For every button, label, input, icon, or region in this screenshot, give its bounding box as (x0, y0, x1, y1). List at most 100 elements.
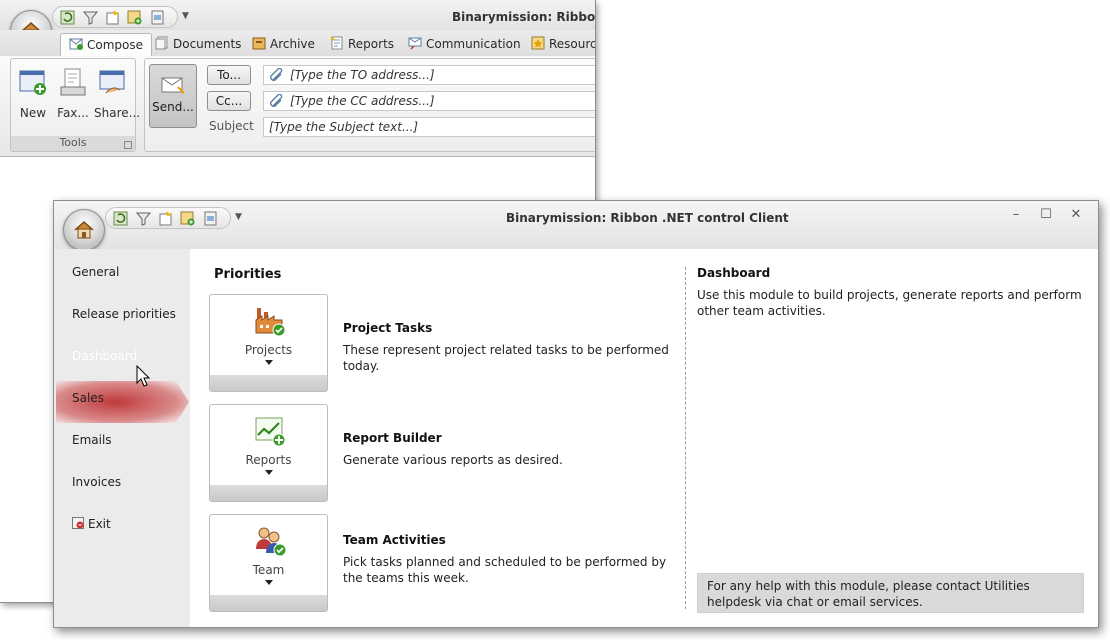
tab-label: Compose (87, 38, 144, 52)
maximize-button[interactable]: ☐ (1036, 207, 1056, 223)
share-button[interactable]: Share... (94, 67, 140, 120)
new-window-icon (19, 70, 46, 95)
minimize-button[interactable]: – (1006, 207, 1026, 223)
subject-placeholder: [Type the Subject text...] (269, 120, 419, 134)
front-window: ▼ Binarymission: Ribbon .NET control Cli… (53, 200, 1099, 628)
print-preview-icon[interactable] (203, 211, 218, 226)
tools-group-label: Tools (11, 136, 135, 151)
send-button[interactable]: Send... (149, 64, 197, 128)
nav-item-exit-label: Exit (88, 517, 111, 531)
print-preview-icon[interactable] (150, 10, 165, 25)
team-icon (256, 527, 286, 557)
priorities-heading: Priorities (214, 267, 282, 282)
fax-icon (60, 68, 86, 96)
tab-label: Communication (426, 37, 521, 51)
compose-icon (69, 38, 83, 50)
cc-button[interactable]: Cc... (207, 91, 251, 111)
qat-customize-icon[interactable]: ▼ (235, 212, 242, 222)
reports-icon (330, 36, 343, 50)
subject-label: Subject (209, 119, 254, 133)
nav-item-release-priorities[interactable]: Release priorities (72, 307, 176, 321)
new-item-icon[interactable] (158, 211, 173, 226)
reports-button[interactable]: Reports (209, 404, 328, 502)
tools-group: New Fax... Share... Tools (10, 58, 140, 152)
resources-icon (531, 36, 545, 50)
nav-item-invoices[interactable]: Invoices (72, 475, 121, 489)
communication-icon (408, 37, 422, 50)
compose-group: Send... To... Cc... [Type the TO address… (144, 58, 595, 152)
detail-description: Use this module to build projects, gener… (697, 288, 1082, 318)
nav-item-sales[interactable]: Sales (72, 391, 104, 405)
content-area: Priorities Projects Project Tasks These … (190, 249, 1098, 627)
backstage-nav: General Release priorities Dashboard Sal… (54, 249, 190, 627)
front-title-bar: ▼ Binarymission: Ribbon .NET control Cli… (54, 201, 1098, 249)
documents-icon (155, 36, 168, 50)
tab-reports[interactable]: Reports (330, 33, 394, 56)
archive-icon (252, 37, 266, 50)
paperclip-icon (270, 94, 283, 107)
to-button[interactable]: To... (207, 65, 251, 85)
team-button-label: Team (252, 563, 285, 577)
projects-button-label: Projects (244, 343, 293, 357)
refresh-icon[interactable] (113, 211, 128, 226)
dropdown-arrow-icon (265, 360, 273, 365)
quick-access-toolbar (105, 207, 231, 229)
team-activities-title: Team Activities (343, 533, 446, 547)
team-activities-description: Pick tasks planned and scheduled to be p… (343, 555, 667, 585)
tab-archive[interactable]: Archive (252, 33, 315, 56)
add-document-icon[interactable] (180, 211, 195, 226)
content-divider (685, 267, 686, 609)
back-title-bar: ▼ Binarymission: Ribbon .N (0, 0, 595, 30)
quick-access-toolbar (52, 6, 178, 28)
refresh-icon[interactable] (60, 10, 75, 25)
new-item-icon[interactable] (105, 10, 120, 25)
application-menu-orb[interactable] (63, 209, 105, 251)
tab-communication[interactable]: Communication (408, 33, 521, 56)
tab-resources[interactable]: Resourc (531, 33, 596, 56)
add-document-icon[interactable] (127, 10, 142, 25)
nav-item-emails[interactable]: Emails (72, 433, 112, 447)
card-footer (210, 485, 327, 501)
tab-label: Archive (270, 37, 315, 51)
nav-item-dashboard[interactable]: Dashboard (72, 349, 137, 363)
detail-heading: Dashboard (697, 266, 771, 280)
close-button[interactable]: ✕ (1066, 207, 1086, 223)
mouse-cursor-icon (136, 365, 150, 387)
dialog-launcher-icon[interactable] (124, 141, 132, 149)
tab-documents[interactable]: Documents (155, 33, 241, 56)
projects-button[interactable]: Projects (209, 294, 328, 392)
dropdown-arrow-icon (265, 470, 273, 475)
filter-icon[interactable] (83, 10, 98, 25)
to-address-placeholder: [Type the TO address...] (290, 68, 435, 82)
front-window-title: Binarymission: Ribbon .NET control Clien… (506, 211, 789, 225)
cc-address-field[interactable]: [Type the CC address...] (263, 91, 595, 111)
ribbon-tab-row: Compose Documents Archive Reports Commun… (0, 30, 596, 57)
fax-button[interactable]: Fax... (54, 67, 92, 120)
nav-item-general[interactable]: General (72, 265, 119, 279)
filter-icon[interactable] (136, 211, 151, 226)
exit-icon (72, 517, 84, 529)
tab-compose[interactable]: Compose (60, 33, 153, 57)
tab-label: Reports (348, 37, 395, 51)
report-builder-title: Report Builder (343, 431, 442, 445)
home-icon (74, 220, 94, 239)
fax-button-label: Fax... (57, 106, 89, 120)
card-footer (210, 375, 327, 391)
project-tasks-title: Project Tasks (343, 321, 433, 335)
share-icon (99, 70, 125, 94)
back-window-title: Binarymission: Ribbon .N (452, 10, 596, 24)
factory-icon (255, 308, 286, 337)
send-mail-icon (161, 77, 185, 94)
tab-label: Resourc (549, 37, 596, 51)
reports-button-label: Reports (245, 453, 292, 467)
new-button[interactable]: New (14, 67, 52, 120)
chart-icon (255, 417, 286, 447)
ribbon-panel: New Fax... Share... Tools Send... To... … (0, 56, 595, 157)
nav-item-exit[interactable]: Exit (72, 517, 111, 531)
team-button[interactable]: Team (209, 514, 328, 612)
cc-address-placeholder: [Type the CC address...] (290, 94, 435, 108)
qat-customize-icon[interactable]: ▼ (182, 11, 189, 21)
subject-field[interactable]: [Type the Subject text...] (263, 117, 595, 137)
to-address-field[interactable]: [Type the TO address...] (263, 65, 595, 85)
tab-label: Documents (173, 37, 242, 51)
